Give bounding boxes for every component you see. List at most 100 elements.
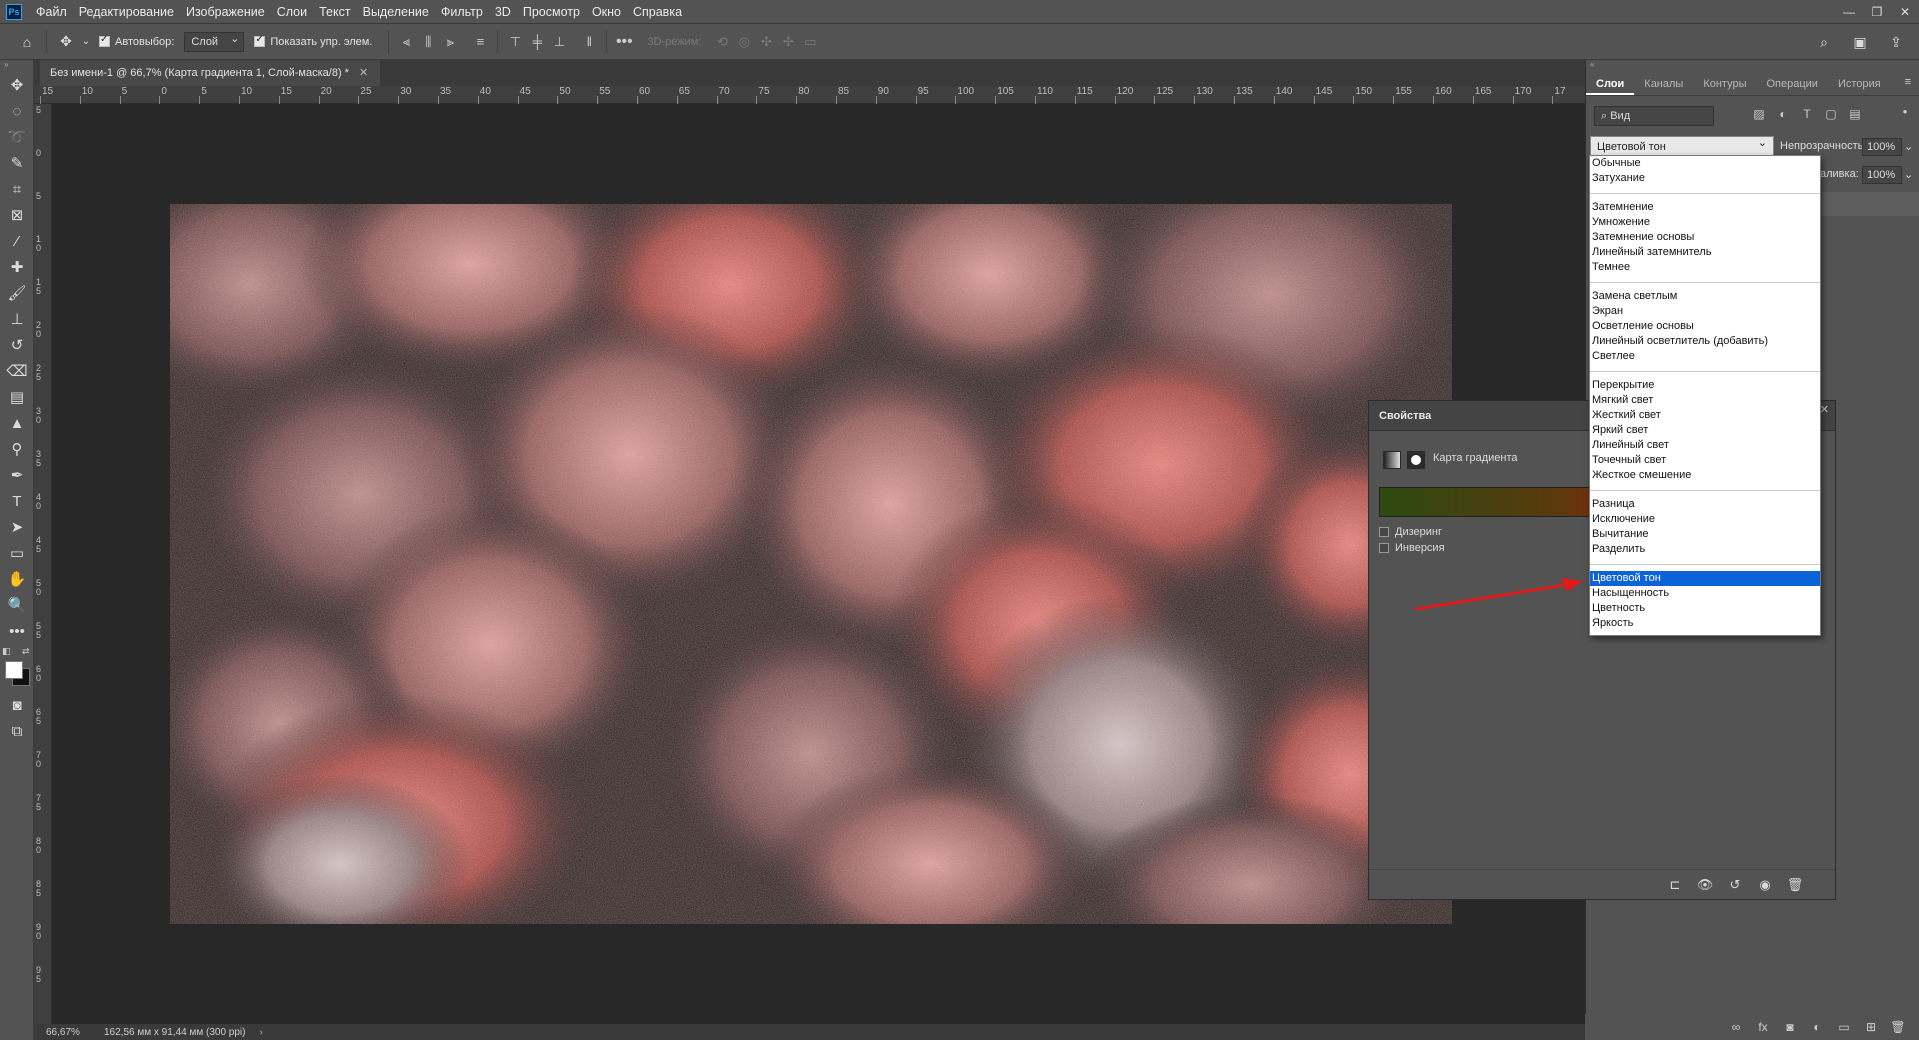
pixel-filter-icon[interactable]: ▨ xyxy=(1750,107,1768,125)
canvas-image[interactable] xyxy=(170,204,1452,924)
blend-mode-option[interactable]: Яркость xyxy=(1590,616,1820,631)
crop-tool-icon[interactable]: ⌗ xyxy=(0,176,34,202)
eraser-tool-icon[interactable]: ⌫ xyxy=(0,358,34,384)
adjustment-filter-icon[interactable]: ◐ xyxy=(1774,107,1792,125)
opacity-input[interactable]: 100% xyxy=(1862,138,1902,156)
blend-mode-option[interactable]: Цветовой тон xyxy=(1590,571,1820,586)
search-icon[interactable]: ⌕ xyxy=(1811,29,1837,55)
clone-stamp-tool-icon[interactable]: ⊥ xyxy=(0,306,34,332)
blend-mode-option[interactable]: Затухание xyxy=(1590,171,1820,186)
hand-tool-icon[interactable]: ✋ xyxy=(0,566,34,592)
rectangle-tool-icon[interactable]: ▭ xyxy=(0,540,34,566)
collapse-icon[interactable]: « xyxy=(1590,60,1594,69)
swap-colors-icon[interactable]: ⇄ xyxy=(22,646,30,657)
menu-item[interactable]: Окно xyxy=(586,0,627,24)
autoselect-dropdown[interactable]: Слой xyxy=(184,30,245,52)
align-right-icon[interactable]: ⫸ xyxy=(439,31,461,53)
quick-mask-icon[interactable]: ◙ xyxy=(0,692,34,718)
frame-tool-icon[interactable]: ⊠ xyxy=(0,202,34,228)
move-tool-icon[interactable]: ✥ xyxy=(0,72,34,98)
type-tool-icon[interactable]: T xyxy=(0,488,34,514)
adjustment-layer-icon[interactable]: ◐ xyxy=(1808,1020,1826,1034)
blend-mode-option[interactable]: Светлее xyxy=(1590,349,1820,364)
layer-style-icon[interactable]: fx xyxy=(1754,1020,1772,1034)
blend-mode-option[interactable]: Затемнение основы xyxy=(1590,230,1820,245)
menu-item[interactable]: Текст xyxy=(313,0,356,24)
layer-row[interactable] xyxy=(1822,192,1919,216)
align-center-icon[interactable]: ⫼ xyxy=(417,31,439,53)
panel-tab[interactable]: Каналы xyxy=(1634,72,1693,95)
panel-tab[interactable]: Слои xyxy=(1586,72,1635,95)
default-colors-icon[interactable]: ◧ xyxy=(2,646,11,657)
zoom-level[interactable]: 66,67% xyxy=(34,1027,94,1038)
minimize-icon[interactable]: — xyxy=(1835,0,1863,24)
align-bottom-icon[interactable]: ⊥ xyxy=(548,31,570,53)
lasso-tool-icon[interactable]: ➰ xyxy=(0,124,34,150)
blend-mode-option[interactable]: Линейный осветлитель (добавить) xyxy=(1590,334,1820,349)
menu-item[interactable]: Слои xyxy=(271,0,313,24)
pen-tool-icon[interactable]: ✒ xyxy=(0,462,34,488)
panel-menu-icon[interactable]: ≡ xyxy=(1905,76,1911,88)
blend-mode-option[interactable]: Линейный свет xyxy=(1590,438,1820,453)
panel-tab[interactable]: Контуры xyxy=(1693,72,1756,95)
close-icon[interactable]: ✕ xyxy=(1820,403,1829,416)
show-transform-checkbox[interactable]: Показать упр. элем. xyxy=(254,34,372,48)
align-middle-icon[interactable]: ╪ xyxy=(526,31,548,53)
blend-mode-option[interactable]: Исключение xyxy=(1590,512,1820,527)
blend-mode-option[interactable]: Линейный затемнитель xyxy=(1590,245,1820,260)
reverse-checkbox[interactable]: Инверсия xyxy=(1379,542,1445,554)
menu-item[interactable]: Фильтр xyxy=(435,0,489,24)
brush-tool-icon[interactable]: 🖌 xyxy=(0,280,34,306)
layer-filter-dropdown[interactable]: ⌕ Вид xyxy=(1594,106,1714,126)
filter-toggle-icon[interactable]: ● xyxy=(1896,107,1914,125)
home-icon[interactable]: ⌂ xyxy=(14,29,40,55)
shape-filter-icon[interactable]: ▢ xyxy=(1822,107,1840,125)
foreground-color-swatch[interactable] xyxy=(5,661,23,679)
blend-mode-option[interactable]: Яркий свет xyxy=(1590,423,1820,438)
blend-mode-option[interactable]: Разделить xyxy=(1590,542,1820,557)
move-tool-icon[interactable]: ✥ xyxy=(53,29,79,55)
panel-tab[interactable]: Операции xyxy=(1757,72,1828,95)
blend-mode-option[interactable]: Замена светлым xyxy=(1590,289,1820,304)
autoselect-checkbox[interactable]: Автовыбор: xyxy=(99,34,174,48)
blend-mode-option[interactable]: Разница xyxy=(1590,497,1820,512)
blend-mode-option[interactable]: Жесткий свет xyxy=(1590,408,1820,423)
link-layers-icon[interactable]: ∞ xyxy=(1727,1020,1745,1034)
blend-mode-option[interactable]: Точечный свет xyxy=(1590,453,1820,468)
history-brush-tool-icon[interactable]: ↺ xyxy=(0,332,34,358)
opacity-chevron-icon[interactable]: ⌄ xyxy=(1904,140,1913,153)
blend-mode-option[interactable]: Мягкий свет xyxy=(1590,393,1820,408)
workspace-icon[interactable]: ▣ xyxy=(1847,29,1873,55)
new-layer-icon[interactable]: ⊞ xyxy=(1862,1020,1880,1034)
marquee-tool-icon[interactable]: ◌ xyxy=(0,98,34,124)
eyedropper-tool-icon[interactable]: ⁄ xyxy=(0,228,34,254)
type-filter-icon[interactable]: T xyxy=(1798,107,1816,125)
align-top-icon[interactable]: ⊤ xyxy=(504,31,526,53)
restore-icon[interactable]: ❐ xyxy=(1863,0,1891,24)
fill-input[interactable]: 100% xyxy=(1862,166,1902,184)
blend-mode-option[interactable]: Экран xyxy=(1590,304,1820,319)
blend-mode-option[interactable]: Насыщенность xyxy=(1590,586,1820,601)
smart-object-filter-icon[interactable]: ▤ xyxy=(1846,107,1864,125)
view-previous-icon[interactable]: 👁 xyxy=(1695,877,1715,893)
blend-mode-option[interactable]: Цветность xyxy=(1590,601,1820,616)
menu-item[interactable]: Файл xyxy=(30,0,73,24)
visibility-icon[interactable]: ◉ xyxy=(1755,877,1775,893)
panel-tab[interactable]: История xyxy=(1828,72,1891,95)
mask-icon[interactable] xyxy=(1407,451,1425,469)
menu-item[interactable]: Справка xyxy=(627,0,688,24)
menu-item[interactable]: Просмотр xyxy=(517,0,586,24)
healing-brush-tool-icon[interactable]: ✚ xyxy=(0,254,34,280)
menu-item[interactable]: Выделение xyxy=(357,0,435,24)
delete-layer-icon[interactable]: 🗑 xyxy=(1889,1020,1907,1034)
close-tab-icon[interactable]: ✕ xyxy=(359,60,368,86)
menu-item[interactable]: Редактирование xyxy=(73,0,180,24)
blend-mode-option[interactable]: Перекрытие xyxy=(1590,378,1820,393)
path-selection-tool-icon[interactable]: ➤ xyxy=(0,514,34,540)
screen-mode-icon[interactable]: ⧉ xyxy=(0,718,34,744)
menu-item[interactable]: Изображение xyxy=(180,0,271,24)
blend-mode-option[interactable]: Затемнение xyxy=(1590,200,1820,215)
gradient-tool-icon[interactable]: ▤ xyxy=(0,384,34,410)
dither-checkbox[interactable]: Дизеринг xyxy=(1379,526,1442,538)
distribute-icon[interactable]: ≡ xyxy=(469,31,491,53)
